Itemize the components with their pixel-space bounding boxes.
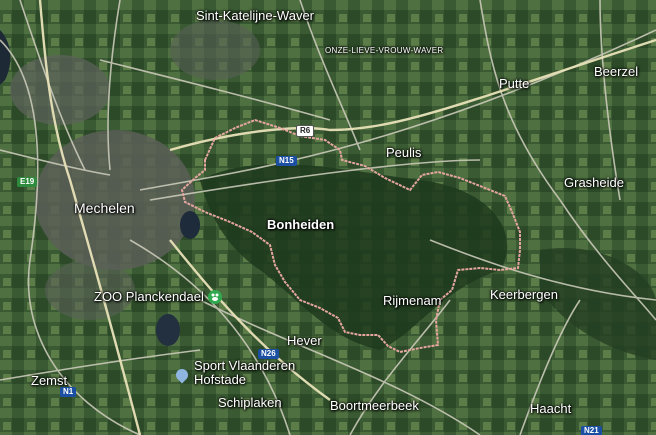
place-label-grasheide[interactable]: Grasheide bbox=[564, 175, 624, 190]
place-label-mechelen[interactable]: Mechelen bbox=[74, 200, 135, 216]
poi-zoo-planckendael[interactable]: ZOO Planckendael bbox=[94, 289, 222, 304]
place-label-keerbergen[interactable]: Keerbergen bbox=[490, 287, 558, 302]
lake-hofstade bbox=[156, 314, 180, 346]
poi-sport-vlaanderen-hofstade[interactable]: Sport Vlaanderen Hofstade bbox=[173, 358, 314, 387]
place-label-hever[interactable]: Hever bbox=[287, 333, 322, 348]
poi-label-zoo: ZOO Planckendael bbox=[94, 289, 204, 304]
road-shield-n26: N26 bbox=[258, 349, 279, 359]
road-shield-r6: R6 bbox=[296, 125, 315, 137]
place-label-schiplaken[interactable]: Schiplaken bbox=[218, 395, 282, 410]
map-view[interactable]: Sint-Katelijne-Waver ONZE-LIEVE-VROUW-WA… bbox=[0, 0, 656, 435]
lake-west bbox=[180, 211, 200, 239]
road-shield-n15: N15 bbox=[276, 156, 297, 166]
zoo-icon bbox=[207, 289, 222, 304]
road-shield-n1: N1 bbox=[60, 387, 77, 397]
urban-skw bbox=[170, 20, 260, 80]
place-label-peulis[interactable]: Peulis bbox=[386, 145, 421, 160]
place-label-bonheiden[interactable]: Bonheiden bbox=[267, 217, 334, 232]
place-label-haacht[interactable]: Haacht bbox=[530, 401, 571, 416]
road-shield-e19: E19 bbox=[17, 177, 38, 187]
poi-label-sport: Sport Vlaanderen Hofstade bbox=[194, 358, 296, 387]
place-label-zemst[interactable]: Zemst bbox=[31, 373, 67, 388]
location-pin-icon bbox=[173, 366, 191, 383]
place-label-beerzel[interactable]: Beerzel bbox=[594, 64, 638, 79]
place-label-rijmenam[interactable]: Rijmenam bbox=[383, 293, 442, 308]
place-label-sint-katelijne-waver[interactable]: Sint-Katelijne-Waver bbox=[196, 8, 314, 23]
place-label-putte[interactable]: Putte bbox=[499, 76, 529, 91]
road-shield-n21: N21 bbox=[581, 426, 602, 435]
place-label-onze-lieve-vrouw-waver[interactable]: ONZE-LIEVE-VROUW-WAVER bbox=[325, 46, 443, 55]
place-label-boortmeerbeek[interactable]: Boortmeerbeek bbox=[330, 398, 419, 413]
